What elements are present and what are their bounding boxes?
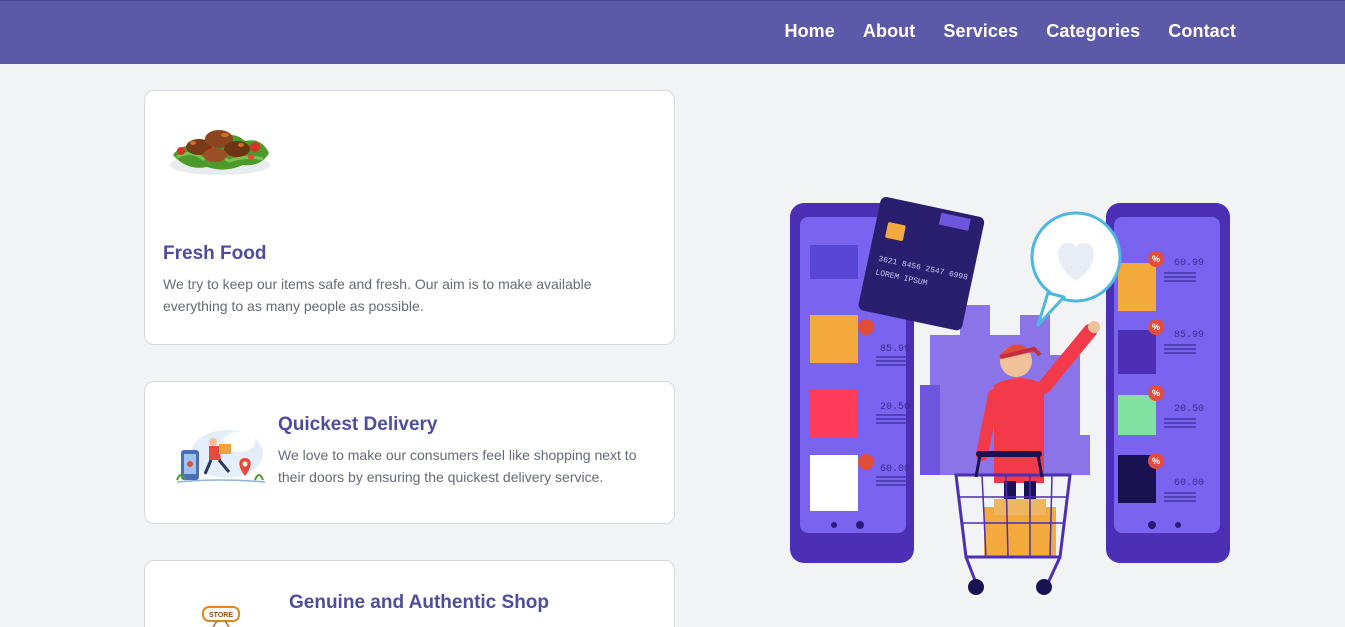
hero-right-price: 85.99: [1174, 330, 1204, 341]
nav-link-contact[interactable]: Contact: [1168, 21, 1236, 42]
nav-menu: Home About Services Categories Contact: [784, 21, 1236, 42]
feature-card-genuine-shop: STORE Genuine and Authentic Shop: [144, 560, 675, 627]
nav-link-home[interactable]: Home: [784, 21, 834, 42]
feature-card-quickest-delivery: Quickest Delivery We love to make our co…: [144, 381, 675, 524]
navbar: Home About Services Categories Contact: [0, 0, 1345, 64]
nav-link-services[interactable]: Services: [943, 21, 1018, 42]
hero-left-price: 20.50: [880, 402, 910, 413]
hero-left-price: 60.00: [880, 464, 910, 475]
hero-discount-badge: %: [1152, 254, 1160, 264]
card-description: We try to keep our items safe and fresh.…: [163, 276, 592, 314]
store-image: STORE: [202, 606, 240, 627]
nav-link-about[interactable]: About: [863, 21, 915, 42]
card-description: We love to make our consumers feel like …: [278, 447, 637, 485]
hero-right-price: 20.50: [1174, 404, 1204, 415]
hero-discount-badge: %: [1152, 388, 1160, 398]
fresh-food-image: [170, 130, 270, 175]
card-title: Quickest Delivery: [278, 414, 438, 435]
online-shopping-illustration: 85.99 20.50 60.00 3621 8456 2547 6998 LO…: [790, 197, 1230, 595]
feature-card-fresh-food: Fresh Food We try to keep our items safe…: [144, 90, 675, 345]
store-sign-text: STORE: [209, 612, 233, 619]
hero-right-price: 60.00: [1174, 478, 1204, 489]
delivery-image: [176, 430, 266, 483]
nav-link-categories[interactable]: Categories: [1046, 21, 1140, 42]
card-title: Fresh Food: [163, 243, 267, 264]
hero-right-price: 60.99: [1174, 258, 1204, 269]
hero-discount-badge: %: [1152, 322, 1160, 332]
hero-discount-badge: %: [1152, 456, 1160, 466]
card-title: Genuine and Authentic Shop: [289, 592, 550, 613]
hero-left-price: 85.99: [880, 344, 910, 355]
